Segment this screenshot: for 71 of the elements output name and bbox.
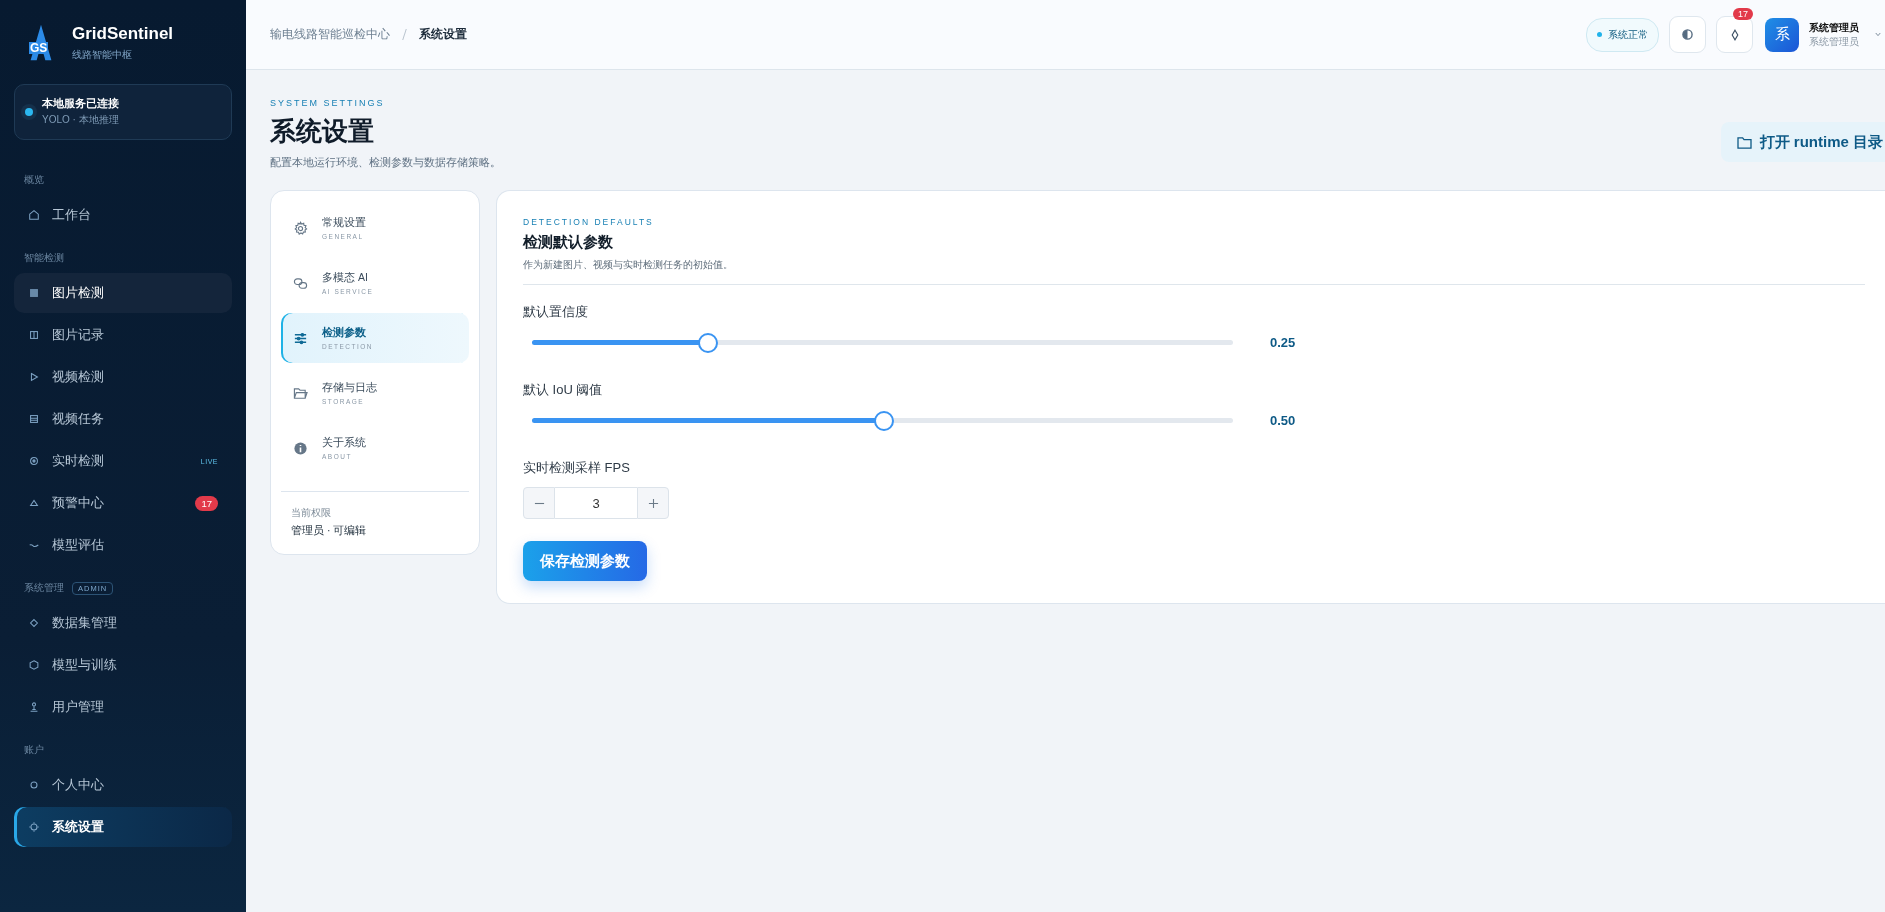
service-subtitle: YOLO · 本地推理 <box>42 113 119 127</box>
section-title: 系统管理 <box>24 581 64 595</box>
target-icon <box>28 455 40 467</box>
slider-thumb[interactable] <box>873 410 894 431</box>
alert-count-badge: 17 <box>195 495 218 511</box>
circle-icon <box>28 779 40 791</box>
contrast-icon <box>1682 29 1693 40</box>
link-icon <box>293 275 308 291</box>
save-button[interactable]: 保存检测参数 <box>523 541 647 581</box>
avatar[interactable]: 系 <box>1765 17 1799 52</box>
logo-mark: GS <box>29 42 49 54</box>
folder-icon <box>293 385 308 401</box>
plus-icon <box>647 497 659 509</box>
brand-name: GridSentinel <box>72 24 174 44</box>
sidebar-item[interactable]: 数据集管理 <box>14 603 232 643</box>
folder-icon <box>1736 135 1752 149</box>
page-eyebrow: SYSTEM SETTINGS <box>270 98 386 108</box>
sidebar-item[interactable]: 模型评估 <box>14 525 232 565</box>
bell-icon <box>28 497 40 509</box>
user-name: 系统管理员 <box>1809 20 1859 35</box>
diamond-icon <box>1730 28 1739 41</box>
service-title: 本地服务已连接 <box>42 97 119 111</box>
slider-value: 0.25 <box>1270 334 1296 350</box>
settings-icon <box>28 821 40 833</box>
open-runtime-folder-button[interactable]: 打开 runtime 目录 <box>1720 122 1885 162</box>
hexagon-icon <box>28 659 40 671</box>
sidebar-item[interactable]: 模型与训练 <box>14 645 232 685</box>
fps-label: 实时检测采样 FPS <box>523 459 631 477</box>
page-description: 配置本地运行环境、检测参数与数据存储策略。 <box>270 155 501 170</box>
page-title: 系统设置 <box>270 115 375 148</box>
info-icon <box>293 440 308 456</box>
diamond-icon <box>28 617 40 629</box>
user-role: 系统管理员 <box>1809 34 1859 49</box>
image-icon <box>28 287 40 299</box>
panel-title: 检测默认参数 <box>523 233 614 252</box>
section-title: 账户 <box>24 743 44 757</box>
sidebar-item[interactable]: 预警中心 17 <box>14 483 232 523</box>
slider-value: 0.50 <box>1270 412 1296 428</box>
section-title: 智能检测 <box>24 251 64 265</box>
sidebar-item[interactable]: 视频任务 <box>14 399 232 439</box>
section-title: 概览 <box>24 173 44 187</box>
sidebar-item[interactable]: 图片记录 <box>14 315 232 355</box>
home-icon <box>28 209 40 221</box>
sidebar-item[interactable]: 用户管理 <box>14 687 232 727</box>
sidebar-item[interactable]: 系统设置 <box>14 807 232 847</box>
sliders-icon <box>293 330 308 346</box>
sidebar-item[interactable]: 视频检测 <box>14 357 232 397</box>
list-icon <box>28 413 40 425</box>
permission-value: 管理员 · 可编辑 <box>291 524 368 538</box>
theme-toggle-button[interactable] <box>1669 16 1706 53</box>
slider-thumb[interactable] <box>698 332 719 353</box>
caret-icon[interactable] <box>1875 32 1881 37</box>
brand-tagline: 线路智能中枢 <box>72 48 133 62</box>
slider-label: 默认置信度 <box>523 303 589 321</box>
permission-label: 当前权限 <box>291 506 332 520</box>
notifications-button[interactable] <box>1716 16 1753 53</box>
play-icon <box>28 371 40 383</box>
notification-badge: 17 <box>1733 8 1753 20</box>
sidebar-item[interactable]: 个人中心 <box>14 765 232 805</box>
fps-input[interactable]: 3 <box>555 487 637 519</box>
breadcrumb-link[interactable]: 输电线路智能巡检中心 <box>270 27 390 42</box>
breadcrumb-current: 系统设置 <box>419 27 467 42</box>
system-status-pill: 系统正常 <box>1586 17 1659 52</box>
sidebar-item[interactable]: 工作台 <box>14 195 232 235</box>
panel-description: 作为新建图片、视频与实时检测任务的初始值。 <box>523 258 734 272</box>
sidebar-item[interactable]: 图片检测 <box>14 273 232 313</box>
slider-label: 默认 IoU 阈值 <box>523 381 604 399</box>
settings-icon <box>293 220 308 236</box>
panel-eyebrow: DETECTION DEFAULTS <box>523 217 655 227</box>
user-icon <box>28 701 40 713</box>
columns-icon <box>28 329 40 341</box>
